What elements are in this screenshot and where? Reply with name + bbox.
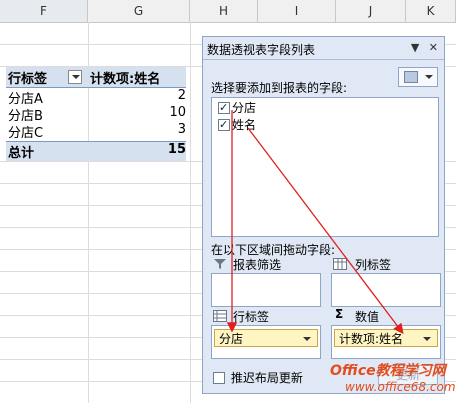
annotation-arrows: [226, 110, 404, 335]
arrow-to-values: [247, 127, 404, 335]
watermark-logo: Office教程学习网: [330, 363, 446, 379]
watermark-url: www.office68.com: [345, 380, 456, 394]
